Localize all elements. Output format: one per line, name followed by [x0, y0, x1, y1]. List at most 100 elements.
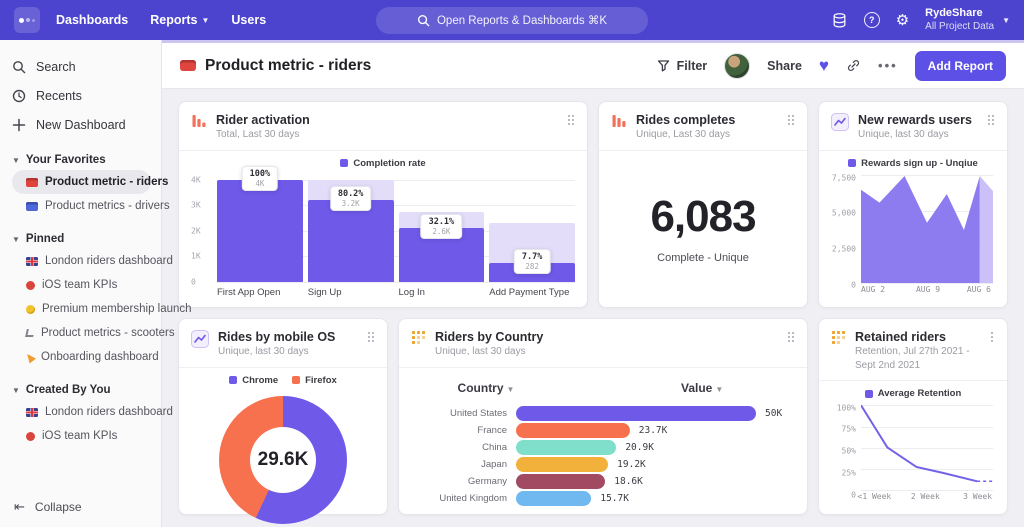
sidebar-new-dashboard[interactable]: New Dashboard: [12, 110, 151, 139]
workspace-name: RydeShare: [925, 6, 983, 19]
drag-handle-icon[interactable]: [787, 331, 795, 343]
sidebar-item[interactable]: Product metrics - drivers: [12, 194, 170, 218]
sidebar-item-label: London riders dashboard: [45, 255, 173, 267]
card-title: Retained riders: [855, 330, 947, 344]
drag-handle-icon[interactable]: [987, 114, 995, 126]
funnel-step: 80.2% 3.2K: [307, 171, 394, 282]
funnel-plot: 4K 3K 2K 1K 0 100% 4K 80.2% 3.2K 32.1% 2.6K 7.7% 282: [191, 165, 575, 287]
sidebar-item-label: Onboarding dashboard: [41, 351, 159, 363]
row-label: United Kingdom: [439, 492, 507, 504]
sidebar-item[interactable]: Onboarding dashboard: [12, 345, 159, 369]
donut-center-value: 29.6K: [250, 426, 316, 493]
drag-handle-icon[interactable]: [567, 114, 575, 126]
copy-link-icon[interactable]: [846, 58, 861, 73]
funnel-step: 100% 4K: [217, 165, 303, 282]
app-logo[interactable]: [14, 7, 40, 33]
party-popper-icon: [24, 350, 36, 364]
y-tick-label: 50%: [841, 446, 856, 456]
add-report-button[interactable]: Add Report: [914, 50, 1006, 81]
sidebar: Search Recents New Dashboard ▼ Your Favor…: [0, 40, 192, 527]
red-car-icon: [26, 177, 38, 187]
sidebar-item-label: Product metrics - scooters: [41, 327, 175, 339]
smiley-icon: [26, 304, 35, 314]
conversion-pct: 32.1%: [428, 217, 455, 228]
card-title: New rewards users: [858, 113, 972, 127]
sidebar-item[interactable]: Premium membership launch: [12, 297, 192, 321]
sidebar-item[interactable]: London riders dashboard: [12, 249, 173, 273]
sidebar-section-title[interactable]: ▼ Created By You: [12, 384, 151, 396]
table-row: United States 50K: [411, 405, 795, 422]
card-new-rewards-users: New rewards users Unique, last 30 days R…: [818, 101, 1008, 308]
filter-button[interactable]: Filter: [657, 59, 707, 73]
funnel-chart: Completion rate 4K 3K 2K 1K 0 100% 4K 80.2% 3.2K 3…: [179, 151, 587, 307]
y-tick-label: 0: [851, 280, 856, 290]
uk-flag-icon: [26, 407, 38, 417]
row-value: 15.7K: [600, 492, 629, 504]
table-row: China 20.9K: [411, 439, 795, 456]
sidebar-item[interactable]: Product metric - riders: [12, 170, 168, 194]
row-bar: [516, 490, 592, 506]
sidebar-search[interactable]: Search: [12, 52, 151, 81]
chevron-down-icon: ▼: [201, 15, 210, 25]
sidebar-item-label: Premium membership launch: [42, 303, 192, 315]
gear-icon[interactable]: ⚙: [896, 13, 909, 28]
favorite-heart-icon[interactable]: ♥: [819, 57, 829, 74]
sidebar-item[interactable]: London riders dashboard: [12, 400, 173, 424]
sort-country-header[interactable]: Country ▼: [411, 381, 561, 395]
search-icon: [417, 14, 430, 26]
sidebar-recents[interactable]: Recents: [12, 81, 151, 110]
country-bar-table: Country ▼ Value ▼ United States 50K France 23.7…: [399, 368, 807, 514]
card-rides-completes: Rides completes Unique, Last 30 days 6,0…: [598, 101, 808, 308]
sidebar-collapse-button[interactable]: ⇤ Collapse: [14, 499, 82, 515]
plot-area: 100% 75% 50% 25% 0 <1 Week 2 Week 3 Week: [831, 401, 995, 505]
share-button[interactable]: Share: [767, 59, 802, 73]
legend-label: Chrome: [242, 374, 279, 386]
plus-icon: [12, 118, 26, 131]
sidebar-section-title[interactable]: ▼ Your Favorites: [12, 154, 151, 166]
legend-entry: Completion rate: [340, 158, 426, 169]
uk-flag-icon: [26, 256, 38, 266]
chevron-down-icon: ▼: [715, 384, 724, 394]
card-rider-activation: Rider activation Total, Last 30 days Com…: [178, 101, 588, 308]
area-chart: Rewards sign up - Unqiue 7,500 5,000 2,500 0…: [819, 151, 1007, 307]
global-search-input[interactable]: Open Reports & Dashboards ⌘K: [376, 6, 648, 34]
sidebar-action-label: Search: [36, 59, 76, 74]
data-management-icon[interactable]: [831, 12, 848, 29]
nav-dashboards[interactable]: Dashboards: [56, 13, 128, 27]
drag-handle-icon[interactable]: [989, 331, 995, 343]
sidebar-item[interactable]: iOS team KPIs: [12, 424, 151, 448]
row-value: 50K: [765, 407, 783, 419]
help-icon[interactable]: ?: [863, 12, 880, 28]
funnel-tooltip: 80.2% 3.2K: [329, 186, 372, 212]
card-title: Rides completes: [636, 113, 736, 127]
card-header: Retained riders Retention, Jul 27th 2021…: [819, 319, 1007, 382]
sort-value-header[interactable]: Value ▼: [681, 381, 723, 395]
legend-swatch: [848, 159, 857, 168]
drag-handle-icon[interactable]: [787, 114, 795, 126]
row-label: Germany: [467, 475, 507, 487]
legend-swatch: [292, 376, 301, 385]
avatar[interactable]: [724, 52, 751, 79]
sidebar-item[interactable]: Product metrics - scooters: [12, 321, 175, 345]
apple-icon: [26, 280, 35, 290]
sidebar-item[interactable]: iOS team KPIs: [12, 273, 151, 297]
nav-label: Dashboards: [56, 13, 129, 27]
nav-users[interactable]: Users: [231, 13, 266, 27]
sidebar-section-title[interactable]: ▼ Pinned: [12, 233, 151, 245]
conversion-pct: 100%: [249, 168, 271, 179]
more-options-icon[interactable]: •••: [878, 58, 898, 73]
funnel-tooltip: 100% 4K: [241, 165, 279, 191]
funnel-step-label: Log In: [398, 287, 425, 298]
y-tick-label: 0: [851, 490, 856, 500]
y-tick-label: 1K: [191, 251, 201, 261]
drag-handle-icon[interactable]: [367, 331, 375, 343]
chevron-down-icon: ▼: [1002, 15, 1010, 25]
nav-label: Reports: [150, 13, 198, 27]
legend-entry: Rewards sign up - Unqiue: [848, 158, 978, 169]
table-header: Country ▼ Value ▼: [411, 375, 795, 405]
y-tick-label: 7,500: [831, 173, 856, 183]
line-chart-icon: [831, 113, 849, 136]
nav-reports[interactable]: Reports ▼: [150, 13, 209, 27]
workspace-switcher[interactable]: RydeShare All Project Data ▼: [925, 7, 1010, 33]
chevron-down-icon: ▼: [12, 385, 20, 395]
